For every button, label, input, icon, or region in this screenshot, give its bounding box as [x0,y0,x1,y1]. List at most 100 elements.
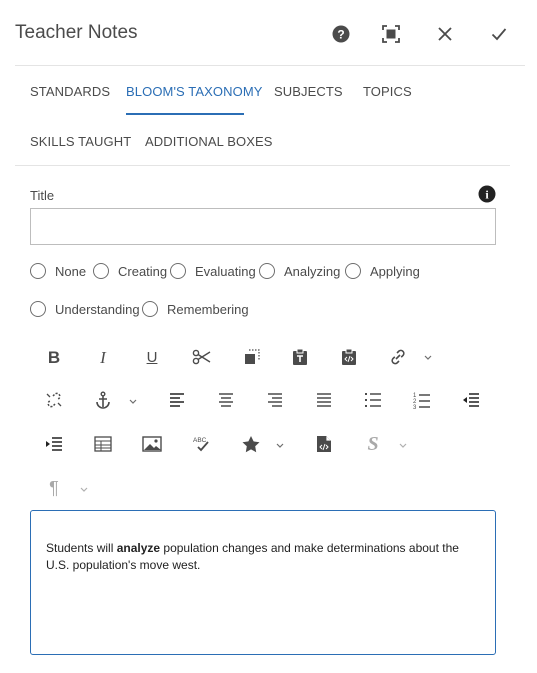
fullscreen-button[interactable] [379,22,403,46]
anchor-icon [96,391,110,409]
paste-html-icon [342,348,356,365]
paste-html-button[interactable] [335,344,363,370]
justify-icon [317,393,331,407]
align-center-button[interactable] [212,387,240,413]
radio-label: Evaluating [195,263,256,279]
copy-button[interactable] [238,344,266,370]
unlink-button[interactable] [40,387,68,413]
radio-circle[interactable] [30,301,46,317]
radio-none[interactable]: None [30,263,86,279]
align-center-icon [219,393,233,407]
chevron-down-icon [424,355,432,360]
tab-subjects[interactable]: SUBJECTS [274,84,343,99]
tab-standards[interactable]: STANDARDS [30,84,110,99]
bold-button[interactable]: B [40,344,68,370]
rich-text-editor[interactable]: Students will analyze population changes… [30,510,496,655]
radio-label: Analyzing [284,263,341,279]
header-divider [15,65,525,66]
align-left-button[interactable] [163,387,191,413]
table-icon [94,436,112,452]
image-icon [142,436,162,452]
checkmark-icon [491,28,507,41]
table-button[interactable] [89,431,117,457]
link-button[interactable] [384,344,412,370]
tab-additional-boxes[interactable]: ADDITIONAL BOXES [145,134,273,149]
radio-circle[interactable] [30,263,46,279]
radio-circle[interactable] [259,263,275,279]
style-icon: S [367,433,379,455]
radio-remembering[interactable]: Remembering [142,301,249,317]
underline-button[interactable]: U [138,344,166,370]
editor-bold-text: analyze [116,541,161,555]
align-right-icon [268,393,282,407]
outdent-icon [463,393,479,407]
radio-label: None [55,263,87,279]
editor-content[interactable]: Students will analyze population changes… [46,540,466,574]
chevron-down-icon [399,443,407,448]
editor-text-segment: Students will [46,541,117,555]
tab-topics[interactable]: TOPICS [363,84,412,99]
help-button[interactable]: ? [329,22,353,46]
outdent-button[interactable] [457,387,485,413]
scissors-icon [192,349,211,365]
radio-understanding[interactable]: Understanding [30,301,140,317]
numbered-list-button[interactable]: 1 2 3 [408,387,436,413]
style-button[interactable]: S [359,431,387,457]
image-button[interactable] [138,431,166,457]
paragraph-format-button[interactable]: ¶ [40,475,68,501]
done-button[interactable] [487,22,511,46]
radio-evaluating[interactable]: Evaluating [170,263,256,279]
source-code-file-icon [317,436,331,452]
info-icon: i [478,185,496,203]
radio-circle[interactable] [93,263,109,279]
copy-icon [245,349,260,364]
radio-circle[interactable] [170,263,186,279]
source-edit-button[interactable] [310,431,338,457]
chevron-down-icon [129,399,137,404]
cut-button[interactable] [188,344,216,370]
radio-label: Creating [118,263,168,279]
active-tab-indicator [126,113,244,115]
svg-text:ABC: ABC [193,437,207,444]
anchor-button[interactable] [89,387,117,413]
dialog-header: Teacher Notes ? [0,0,537,66]
style-dropdown[interactable] [398,440,408,450]
fullscreen-icon [382,25,400,43]
star-icon [242,436,260,453]
chevron-down-icon [80,487,88,492]
radio-creating[interactable]: Creating [93,263,167,279]
title-label: Title [30,188,55,203]
radio-label: Applying [370,263,420,279]
spellcheck-icon: ABC [193,437,209,452]
radio-circle[interactable] [142,301,158,317]
info-button[interactable]: i [478,185,496,203]
align-right-button[interactable] [261,387,289,413]
svg-text:3: 3 [413,405,417,409]
paragraph-format-dropdown[interactable] [79,484,89,494]
paste-text-button[interactable] [286,344,314,370]
underline-icon: U [146,348,158,366]
tab-skills-taught[interactable]: SKILLS TAUGHT [30,134,131,149]
spellcheck-button[interactable]: ABC [188,431,216,457]
italic-icon: I [100,347,106,367]
special-char-dropdown[interactable] [275,440,285,450]
paragraph-icon: ¶ [49,478,59,498]
radio-label: Understanding [55,301,140,317]
radio-applying[interactable]: Applying [345,263,420,279]
close-button[interactable] [433,22,457,46]
italic-button[interactable]: I [89,344,117,370]
justify-button[interactable] [310,387,338,413]
radio-analyzing[interactable]: Analyzing [259,263,340,279]
tabs-divider [15,165,510,166]
link-dropdown[interactable] [423,352,433,362]
indent-button[interactable] [40,431,68,457]
radio-circle[interactable] [345,263,361,279]
tab-blooms-taxonomy[interactable]: BLOOM'S TAXONOMY [126,84,263,99]
title-input[interactable] [30,208,496,245]
special-char-button[interactable] [237,431,265,457]
unlink-icon [46,392,62,408]
link-icon [391,349,405,365]
indent-icon [46,437,62,451]
anchor-dropdown[interactable] [128,396,138,406]
bullet-list-button[interactable] [359,387,387,413]
